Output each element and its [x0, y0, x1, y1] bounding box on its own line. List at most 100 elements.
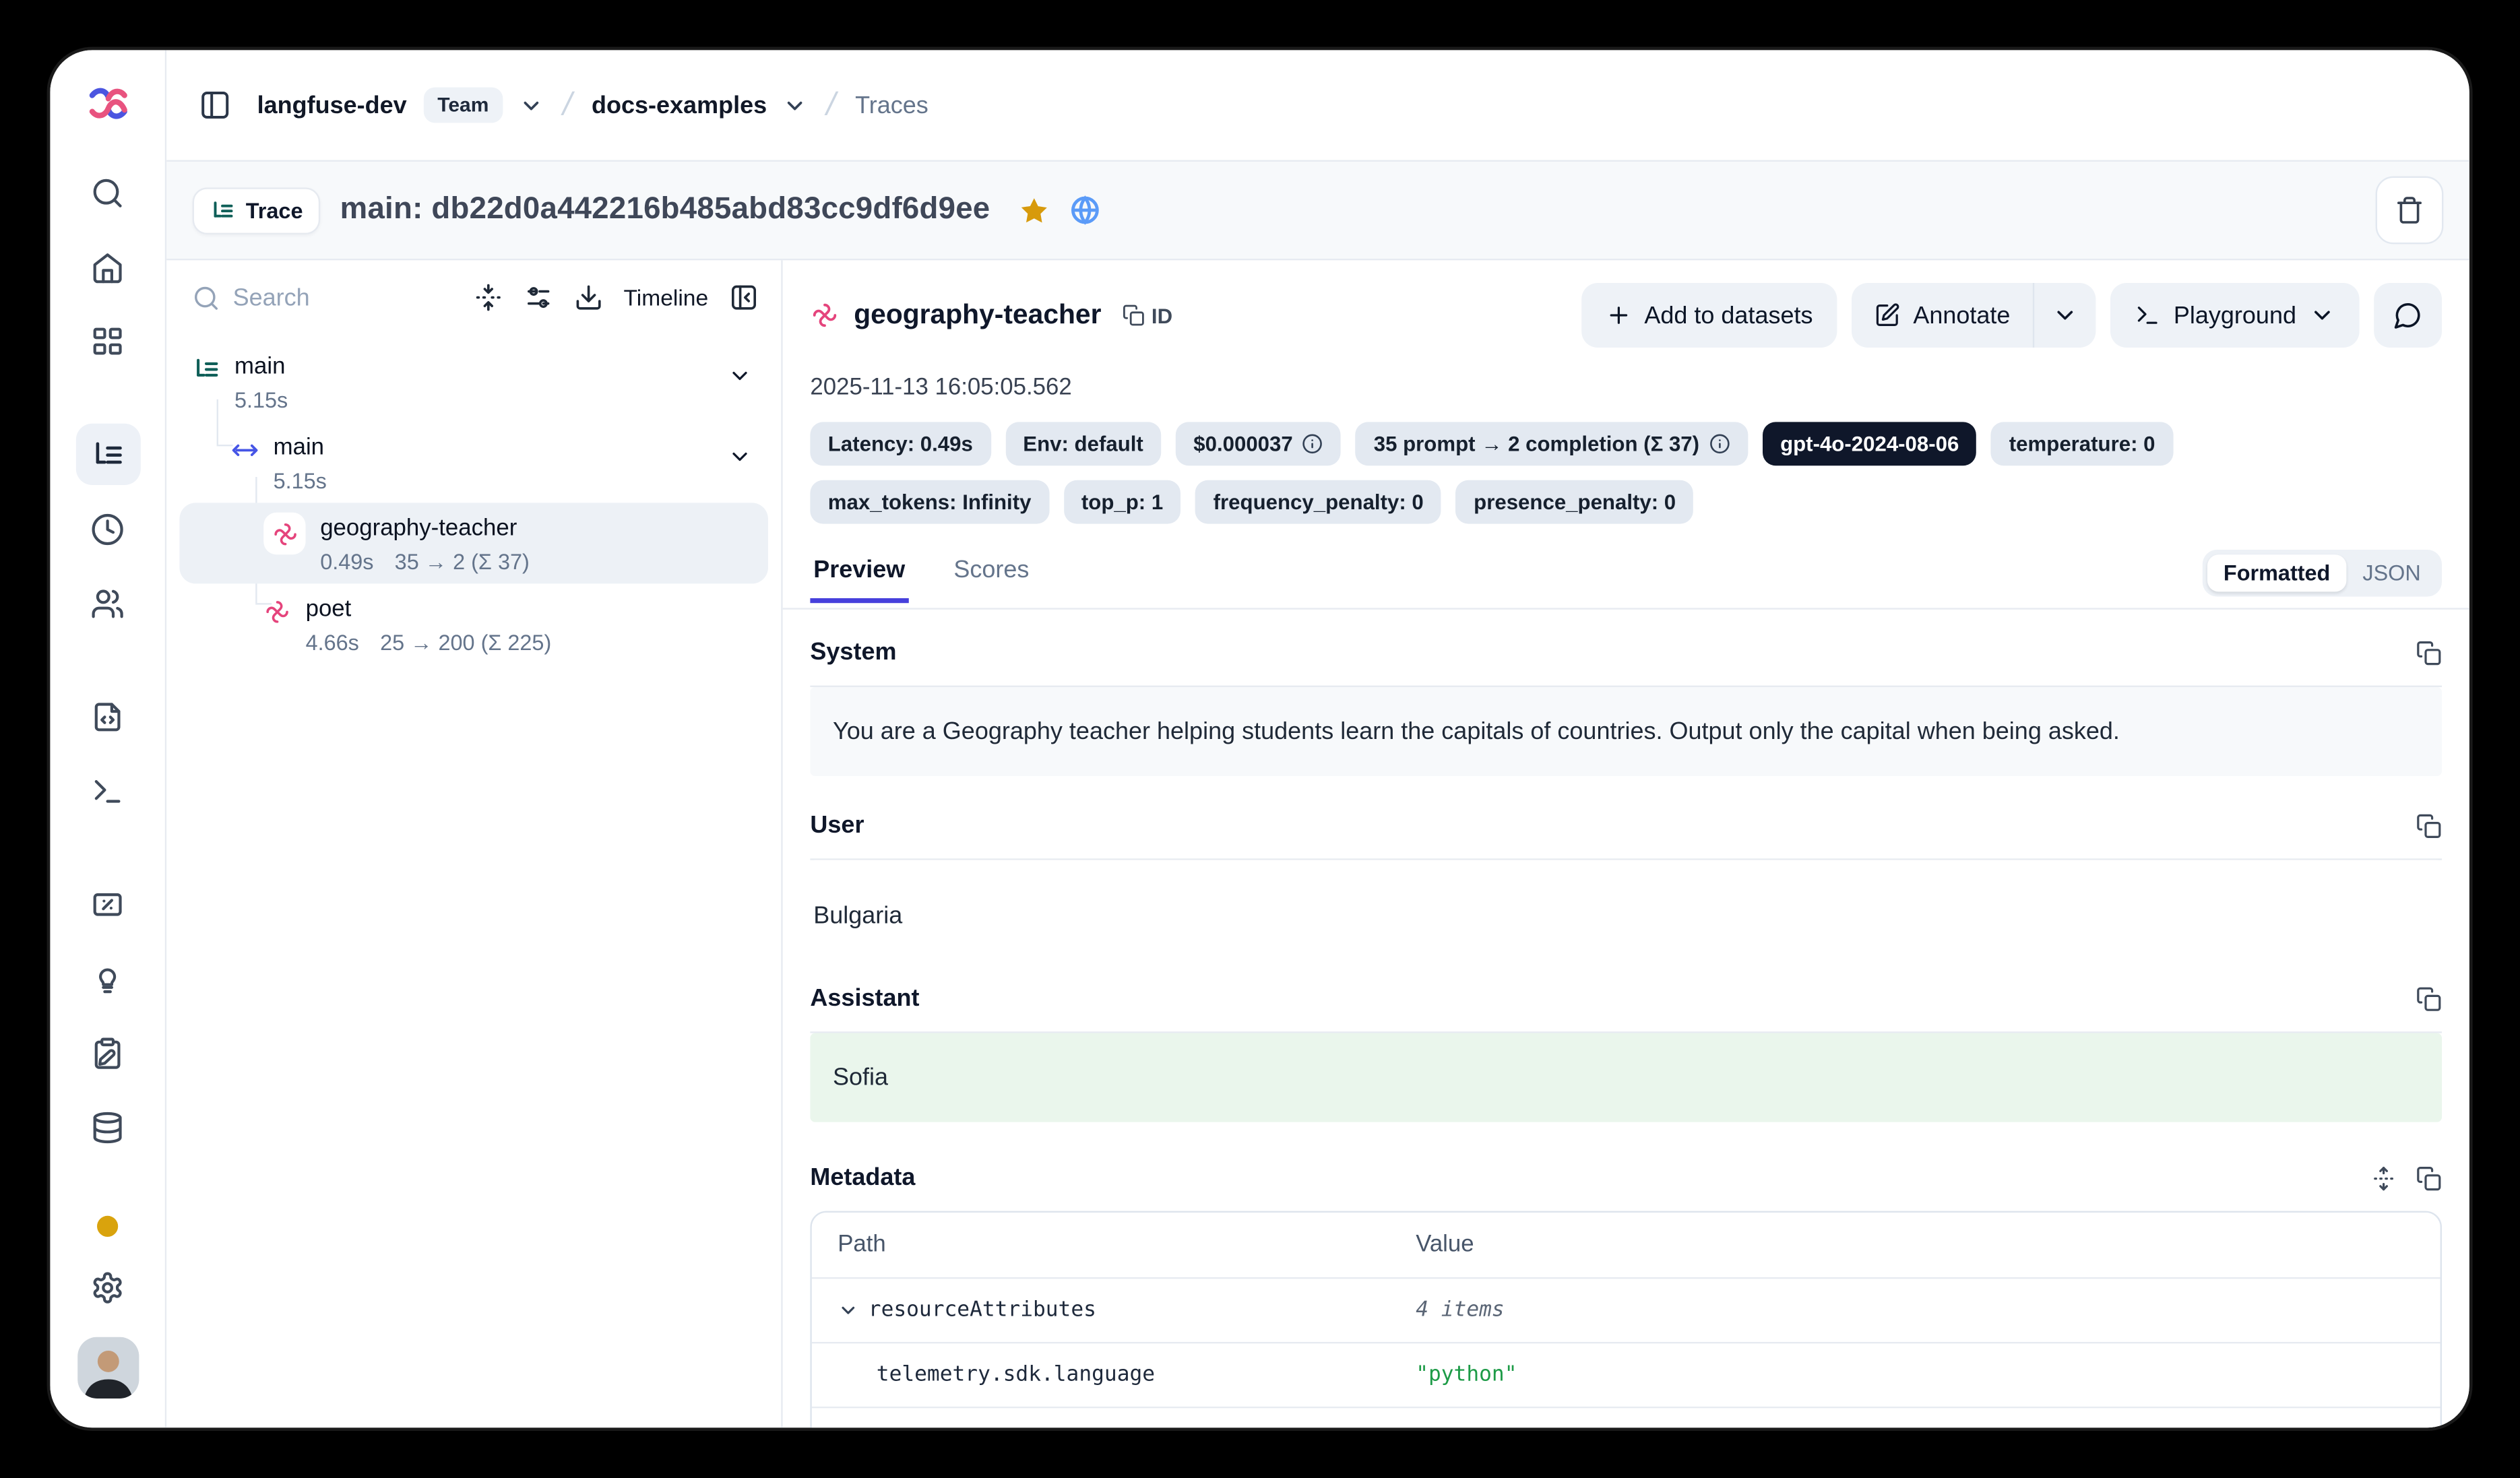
tabs-divider: [783, 608, 2469, 609]
user-section-header: User: [810, 812, 2442, 859]
panel-left-icon: [199, 89, 231, 121]
clipboard-pen-icon: [90, 1035, 124, 1069]
breadcrumb-separator: /: [556, 86, 579, 123]
environment-name[interactable]: docs-examples: [592, 92, 767, 119]
annotate-dropdown-button[interactable]: [2033, 283, 2096, 348]
breadcrumb-separator: /: [819, 86, 843, 123]
tree-item-generation-geography-teacher[interactable]: geography-teacher 0.49s35 → 2 (Σ 37): [179, 503, 768, 583]
copy-icon[interactable]: [2416, 986, 2442, 1011]
globe-icon[interactable]: [1069, 194, 1102, 226]
badge-row-2: max_tokens: Infinity top_p: 1 frequency_…: [810, 480, 2442, 524]
metadata-col-value: Value: [1390, 1213, 2440, 1279]
download-button[interactable]: [573, 283, 602, 312]
sidebar-item-tracing[interactable]: [75, 424, 140, 485]
copy-icon[interactable]: [2416, 639, 2442, 665]
sidebar-item-datasets[interactable]: [75, 1096, 140, 1157]
metadata-col-path: Path: [812, 1213, 1390, 1279]
sidebar-item-sessions[interactable]: [75, 498, 140, 559]
sidebar-item-settings[interactable]: [75, 1256, 140, 1318]
panel-left-close-icon: [729, 283, 758, 312]
lightbulb-icon: [90, 961, 124, 995]
info-icon: [1302, 433, 1323, 454]
model-badge[interactable]: gpt-4o-2024-08-06: [1763, 422, 1977, 465]
user-message: Bulgaria: [810, 860, 2442, 975]
search-icon: [193, 284, 220, 311]
tab-preview[interactable]: Preview: [810, 556, 908, 604]
observation-title: geography-teacher: [854, 299, 1101, 331]
sidebar-rail: [50, 50, 166, 1427]
copy-id-button[interactable]: ID: [1123, 303, 1172, 327]
tree-item-generation-poet[interactable]: poet 4.66s25 → 200 (Σ 225): [179, 584, 768, 665]
sidebar-item-dashboards[interactable]: [75, 311, 140, 372]
comments-button[interactable]: [2374, 283, 2442, 348]
system-section-header: System: [810, 639, 2442, 686]
tree-item-span-main[interactable]: main 5.15s: [179, 422, 768, 503]
chevron-down-icon: [2052, 302, 2078, 328]
copy-icon[interactable]: [2416, 1165, 2442, 1190]
sidebar-item-judge[interactable]: [75, 947, 140, 1008]
assistant-section-header: Assistant: [810, 985, 2442, 1032]
annotate-button[interactable]: Annotate: [1852, 283, 2033, 348]
clock-icon: [90, 512, 124, 546]
detail-tabs: Preview Scores Formatted JSON: [810, 550, 2442, 610]
metadata-table: Path Value resourceAttributes 4 items te…: [810, 1211, 2442, 1428]
copy-icon[interactable]: [2416, 812, 2442, 838]
generation-icon-box: [263, 513, 305, 554]
tree-settings-button[interactable]: [524, 283, 553, 312]
metadata-section-header: Metadata: [810, 1164, 2442, 1211]
sidebar-item-prompts[interactable]: [75, 686, 140, 747]
sidebar-item-evaluators[interactable]: [75, 873, 140, 934]
playground-button[interactable]: Playground: [2110, 283, 2359, 348]
app-window: langfuse-dev Team / docs-examples / Trac…: [50, 50, 2469, 1427]
search-placeholder: Search: [233, 284, 310, 311]
sidebar-item-annotation[interactable]: [75, 1022, 140, 1083]
project-name[interactable]: langfuse-dev: [257, 92, 407, 119]
chevron-down-icon[interactable]: [519, 93, 544, 117]
status-dot: [97, 1216, 118, 1237]
sidebar-item-playground[interactable]: [75, 760, 140, 821]
users-icon: [90, 586, 124, 620]
screen: langfuse-dev Team / docs-examples / Trac…: [0, 0, 2519, 1478]
sidebar-toggle-button[interactable]: [199, 89, 231, 121]
chevron-down-icon[interactable]: [728, 445, 752, 477]
temperature-badge: temperature: 0: [1991, 422, 2173, 465]
chevron-down-icon[interactable]: [728, 364, 752, 396]
breadcrumb-page[interactable]: Traces: [855, 92, 928, 119]
delete-trace-button[interactable]: [2376, 176, 2444, 245]
user-avatar[interactable]: [77, 1337, 138, 1399]
observation-tree-panel: Search Timeline: [166, 260, 781, 1427]
tree-search-input[interactable]: Search: [193, 284, 452, 311]
sidebar-item-search[interactable]: [75, 162, 140, 223]
cost-badge[interactable]: $0.000037: [1176, 422, 1342, 465]
tree-item-trace-main[interactable]: main 5.15s: [179, 341, 768, 422]
collapse-all-button[interactable]: [473, 283, 502, 312]
sliders-icon: [524, 283, 553, 312]
fold-vertical-icon: [473, 283, 502, 312]
presence-penalty-badge: presence_penalty: 0: [1456, 480, 1694, 524]
add-to-datasets-button[interactable]: Add to datasets: [1581, 283, 1837, 348]
file-code-icon: [90, 699, 124, 733]
timeline-toggle[interactable]: Timeline: [623, 284, 708, 310]
table-row[interactable]: telemetry.sdk.name "opentelemetry": [812, 1408, 2440, 1427]
tab-scores[interactable]: Scores: [951, 556, 1033, 604]
plus-icon: [1606, 302, 1631, 328]
assistant-message: Sofia: [810, 1033, 2442, 1122]
observation-timestamp: 2025-11-13 16:05:05.562: [810, 375, 2442, 401]
collapse-panel-button[interactable]: [729, 283, 758, 312]
sidebar-item-home[interactable]: [75, 236, 140, 297]
unfold-vertical-icon[interactable]: [2370, 1165, 2396, 1190]
format-formatted[interactable]: Formatted: [2207, 554, 2346, 591]
table-row[interactable]: resourceAttributes 4 items: [812, 1279, 2440, 1343]
sidebar-item-users[interactable]: [75, 573, 140, 634]
chevron-down-icon[interactable]: [783, 93, 807, 117]
format-json[interactable]: JSON: [2346, 554, 2436, 591]
star-icon[interactable]: [1019, 195, 1050, 226]
format-toggle: Formatted JSON: [2203, 550, 2442, 597]
gear-icon: [90, 1270, 124, 1304]
section-title: User: [810, 812, 864, 839]
table-row[interactable]: telemetry.sdk.language "python": [812, 1343, 2440, 1408]
terminal-icon: [90, 773, 124, 807]
terminal-icon: [2135, 302, 2160, 328]
token-usage-badge[interactable]: 35 prompt → 2 completion (Σ 37): [1356, 422, 1748, 465]
detail-scroll-area[interactable]: System You are a Geography teacher helpi…: [783, 639, 2469, 1427]
